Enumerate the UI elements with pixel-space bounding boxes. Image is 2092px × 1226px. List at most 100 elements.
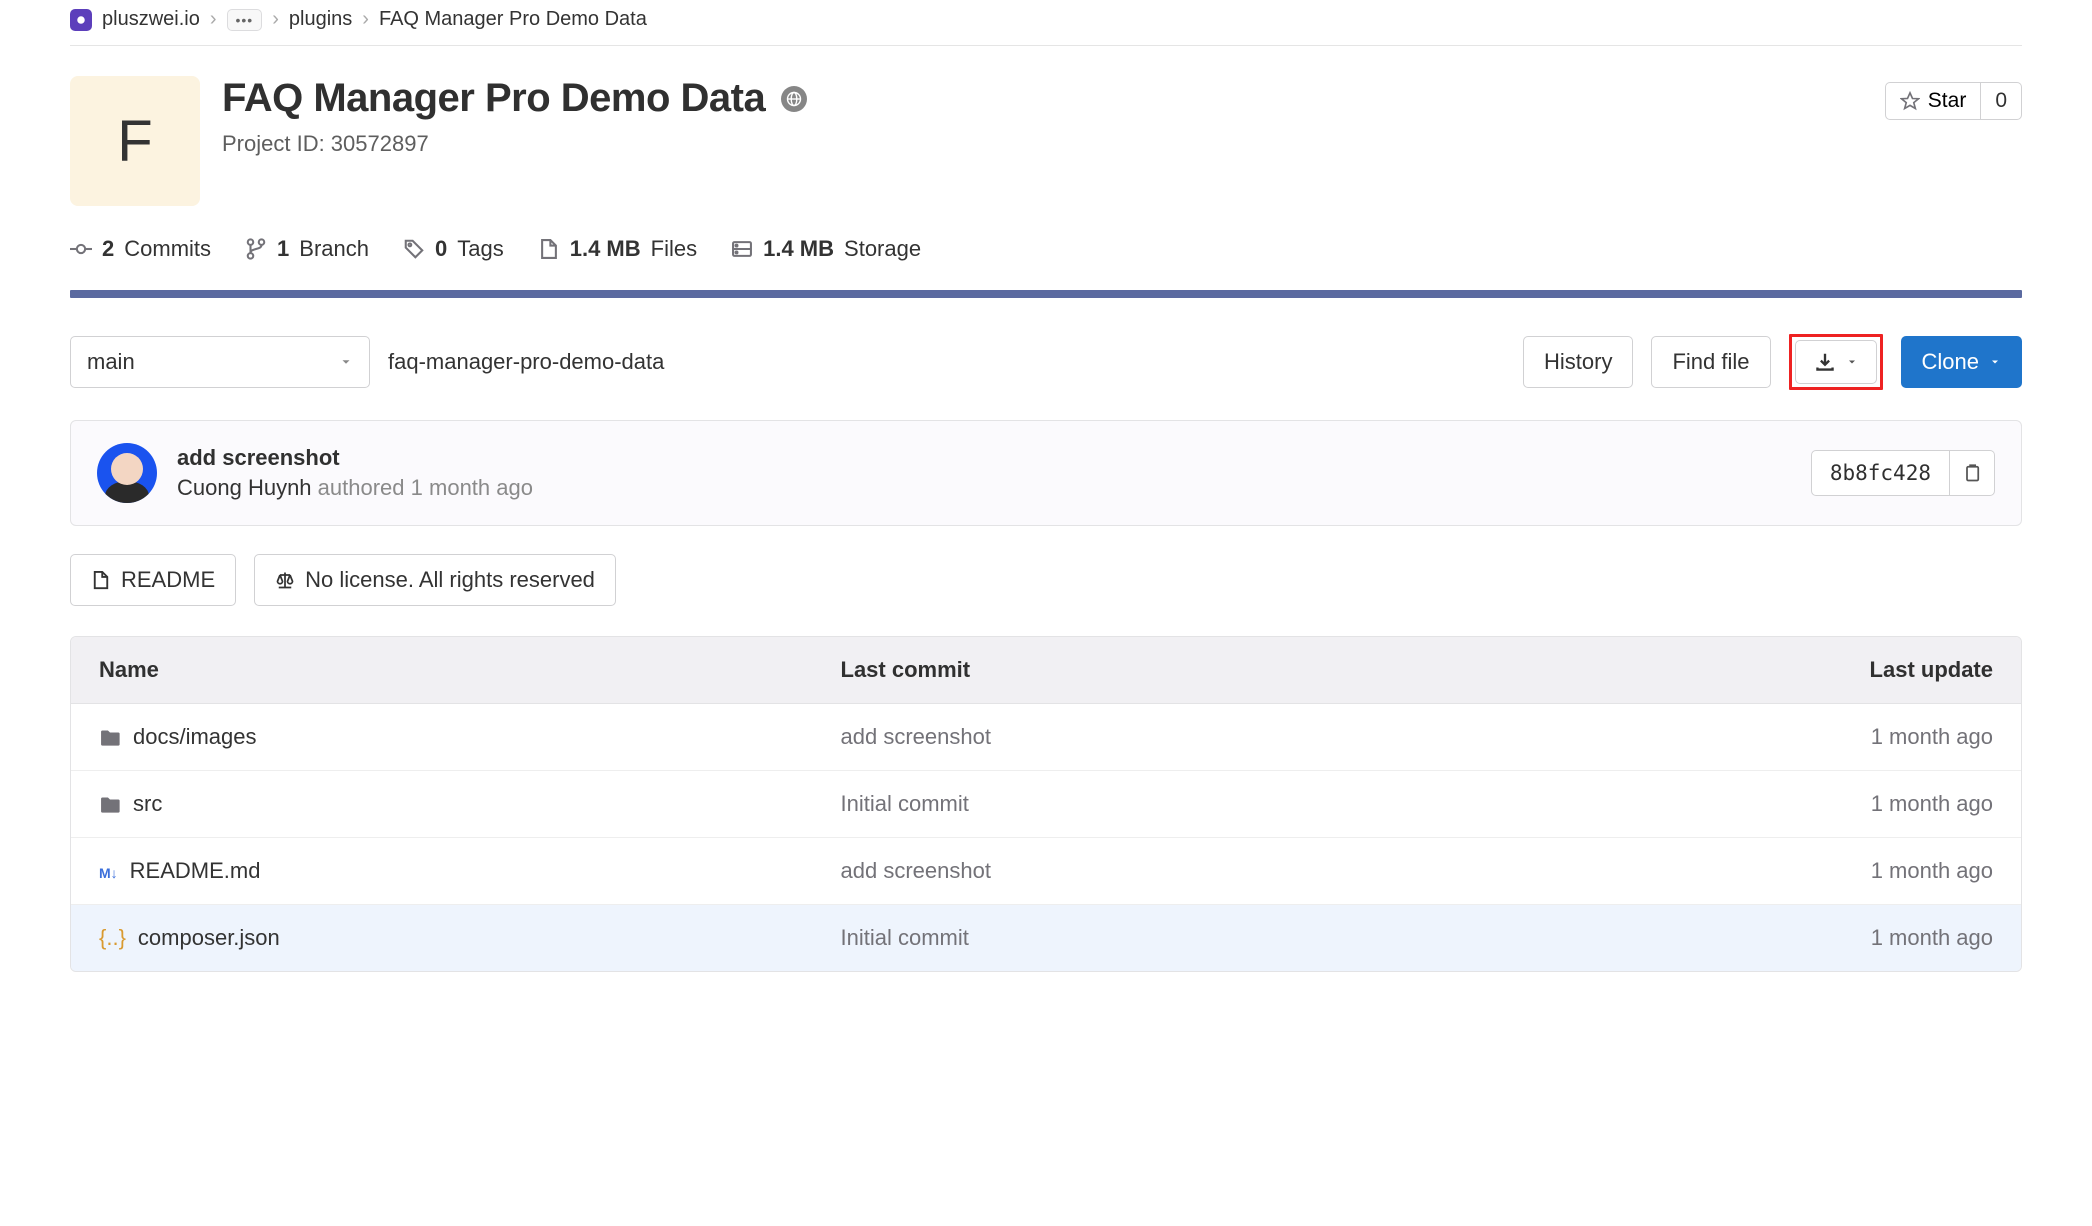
- find-file-button[interactable]: Find file: [1651, 336, 1770, 388]
- file-name[interactable]: {..} composer.json: [99, 925, 280, 951]
- stat-commits[interactable]: 2 Commits: [70, 236, 211, 262]
- stat-storage-label: Storage: [844, 236, 921, 262]
- file-update: 1 month ago: [1459, 771, 2021, 838]
- commit-title[interactable]: add screenshot: [177, 445, 533, 471]
- chevron-down-icon: [1846, 356, 1858, 368]
- chevron-right-icon: ›: [362, 8, 369, 31]
- file-icon: [91, 570, 111, 590]
- star-label: Star: [1928, 89, 1967, 113]
- commit-byline: Cuong Huynh authored 1 month ago: [177, 475, 533, 501]
- file-name[interactable]: M↓ README.md: [99, 858, 260, 884]
- authored-word: authored: [318, 475, 405, 500]
- md-icon: M↓: [99, 858, 118, 884]
- stat-tags-label: Tags: [457, 236, 503, 262]
- stat-storage-size: 1.4 MB: [763, 236, 834, 262]
- file-update: 1 month ago: [1459, 838, 2021, 905]
- stat-files[interactable]: 1.4 MB Files: [538, 236, 697, 262]
- table-row[interactable]: docs/images add screenshot1 month ago: [71, 704, 2021, 771]
- commit-icon: [70, 238, 92, 260]
- scale-icon: [275, 570, 295, 590]
- file-commit[interactable]: Initial commit: [813, 771, 1459, 838]
- commit-time: 1 month ago: [411, 475, 533, 500]
- org-icon: [70, 9, 92, 31]
- project-avatar: F: [70, 76, 200, 206]
- clipboard-icon: [1962, 463, 1982, 483]
- avatar[interactable]: [97, 443, 157, 503]
- file-name[interactable]: src: [99, 791, 162, 817]
- branch-icon: [245, 238, 267, 260]
- table-row[interactable]: M↓ README.md add screenshot1 month ago: [71, 838, 2021, 905]
- file-commit[interactable]: add screenshot: [813, 838, 1459, 905]
- stat-branches-count: 1: [277, 236, 289, 262]
- meta-row: README No license. All rights reserved: [70, 554, 2022, 606]
- file-name-text: README.md: [130, 858, 261, 884]
- breadcrumb: pluszwei.io › ••• › plugins › FAQ Manage…: [70, 0, 2022, 39]
- globe-icon: [781, 86, 807, 112]
- last-commit-box: add screenshot Cuong Huynh authored 1 mo…: [70, 420, 2022, 526]
- chevron-right-icon: ›: [272, 8, 279, 31]
- copy-sha-button[interactable]: [1950, 450, 1995, 496]
- repo-path[interactable]: faq-manager-pro-demo-data: [388, 349, 664, 375]
- star-count[interactable]: 0: [1981, 82, 2022, 120]
- file-icon: [538, 238, 560, 260]
- stat-branches[interactable]: 1 Branch: [245, 236, 369, 262]
- stat-tags[interactable]: 0 Tags: [403, 236, 504, 262]
- star-group: Star 0: [1885, 82, 2022, 120]
- breadcrumb-project[interactable]: FAQ Manager Pro Demo Data: [379, 8, 647, 31]
- stat-tags-count: 0: [435, 236, 447, 262]
- readme-label: README: [121, 567, 215, 593]
- project-id: Project ID: 30572897: [222, 131, 1863, 157]
- chevron-right-icon: ›: [210, 8, 217, 31]
- col-name: Name: [71, 637, 813, 704]
- project-stats: 2 Commits 1 Branch 0 Tags 1.4 MB Files 1…: [70, 236, 2022, 262]
- file-commit[interactable]: add screenshot: [813, 704, 1459, 771]
- folder-icon: [99, 724, 121, 750]
- table-row[interactable]: {..} composer.json Initial commit1 month a…: [71, 905, 2021, 971]
- storage-icon: [731, 238, 753, 260]
- clone-label: Clone: [1922, 349, 1979, 375]
- branch-selector[interactable]: main: [70, 336, 370, 388]
- file-update: 1 month ago: [1459, 704, 2021, 771]
- stat-files-label: Files: [651, 236, 697, 262]
- star-button[interactable]: Star: [1885, 82, 1982, 120]
- chevron-down-icon: [339, 355, 353, 369]
- license-label: No license. All rights reserved: [305, 567, 595, 593]
- download-highlight: [1789, 334, 1883, 390]
- file-name-text: src: [133, 791, 162, 817]
- stat-files-size: 1.4 MB: [570, 236, 641, 262]
- commit-author[interactable]: Cuong Huynh: [177, 475, 312, 500]
- breadcrumb-org[interactable]: pluszwei.io: [102, 8, 200, 31]
- stat-commits-count: 2: [102, 236, 114, 262]
- file-name[interactable]: docs/images: [99, 724, 257, 750]
- chevron-down-icon: [1989, 356, 2001, 368]
- tag-icon: [403, 238, 425, 260]
- file-name-text: docs/images: [133, 724, 257, 750]
- file-update: 1 month ago: [1459, 905, 2021, 971]
- file-name-text: composer.json: [138, 925, 280, 951]
- clone-button[interactable]: Clone: [1901, 336, 2022, 388]
- license-button[interactable]: No license. All rights reserved: [254, 554, 616, 606]
- file-commit[interactable]: Initial commit: [813, 905, 1459, 971]
- stat-storage[interactable]: 1.4 MB Storage: [731, 236, 921, 262]
- language-bar: [70, 290, 2022, 298]
- commit-sha[interactable]: 8b8fc428: [1811, 450, 1950, 496]
- file-tree-table: Name Last commit Last update docs/images…: [70, 636, 2022, 972]
- json-icon: {..}: [99, 925, 126, 951]
- star-icon: [1900, 91, 1920, 111]
- stat-commits-label: Commits: [124, 236, 211, 262]
- breadcrumb-ellipsis[interactable]: •••: [227, 9, 263, 31]
- stat-branches-label: Branch: [299, 236, 369, 262]
- folder-icon: [99, 791, 121, 817]
- readme-button[interactable]: README: [70, 554, 236, 606]
- download-button[interactable]: [1795, 340, 1877, 384]
- download-icon: [1814, 351, 1836, 373]
- page-title: FAQ Manager Pro Demo Data: [222, 76, 765, 121]
- breadcrumb-group[interactable]: plugins: [289, 8, 352, 31]
- project-header: F FAQ Manager Pro Demo Data Project ID: …: [70, 76, 2022, 206]
- col-update: Last update: [1459, 637, 2021, 704]
- history-button[interactable]: History: [1523, 336, 1633, 388]
- table-row[interactable]: src Initial commit1 month ago: [71, 771, 2021, 838]
- controls-row: main faq-manager-pro-demo-data History F…: [70, 334, 2022, 390]
- col-commit: Last commit: [813, 637, 1459, 704]
- divider: [70, 45, 2022, 46]
